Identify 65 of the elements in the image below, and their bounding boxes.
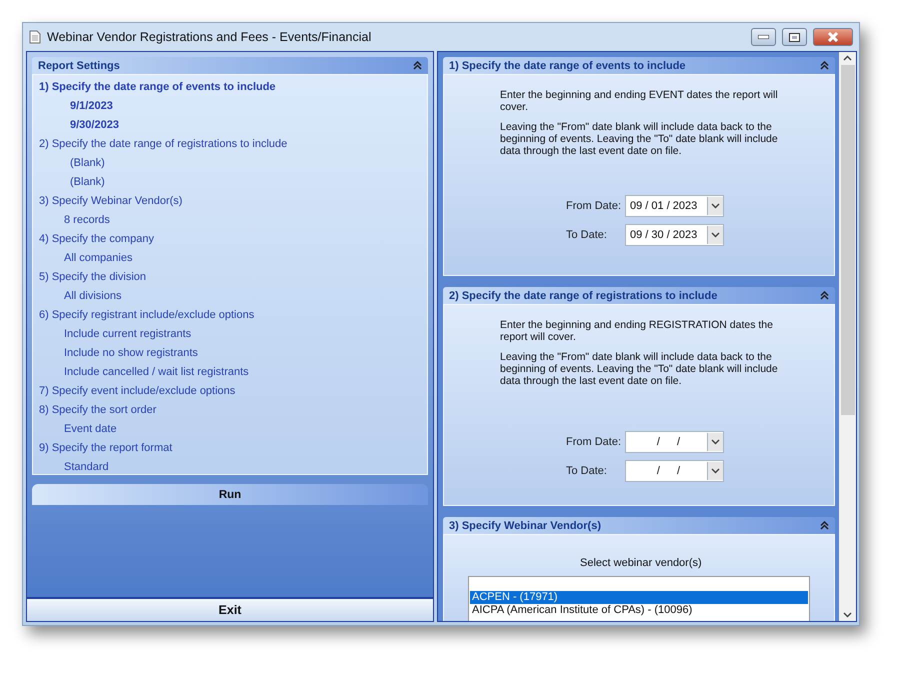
step-value: Standard: [63, 460, 110, 474]
run-button[interactable]: Run: [32, 484, 428, 505]
date-field[interactable]: / /: [625, 431, 724, 453]
minimize-icon: [758, 35, 769, 39]
document-icon: [29, 30, 41, 44]
exit-button[interactable]: Exit: [27, 597, 433, 621]
scroll-down-icon[interactable]: [843, 612, 852, 618]
section-header[interactable]: 3) Specify Webinar Vendor(s): [443, 517, 835, 534]
section-title: 1) Specify the date range of events to include: [449, 60, 686, 72]
settings-step[interactable]: 2) Specify the date range of registrations to include: [39, 134, 427, 153]
date-field[interactable]: 09 / 01 / 2023: [625, 195, 724, 217]
settings-step[interactable]: 4) Specify the company: [39, 229, 427, 248]
minimize-button[interactable]: [751, 28, 776, 46]
settings-step[interactable]: 8) Specify the sort order: [39, 400, 427, 419]
scrollbar[interactable]: [839, 52, 856, 621]
settings-step[interactable]: 5) Specify the division: [39, 267, 427, 286]
maximize-icon: [789, 32, 800, 42]
settings-step[interactable]: 9) Specify the report format: [39, 438, 427, 457]
step-value: All divisions: [63, 288, 122, 304]
instruction-text: Enter the beginning and ending REGISTRATION dates the report will cover.: [500, 319, 774, 343]
field-label: To Date:: [566, 465, 608, 477]
scroll-down-icon[interactable]: [711, 203, 720, 209]
list-option[interactable]: ACPEN - (17971): [470, 591, 808, 604]
settings-step[interactable]: 7) Specify event include/exclude options: [39, 381, 427, 400]
date-field[interactable]: / /: [625, 460, 724, 482]
scroll-down-icon[interactable]: [711, 439, 720, 445]
section-header[interactable]: 2) Specify the date range of registrations to include: [443, 287, 835, 304]
step-value: Include cancelled / wait list registrants: [63, 364, 250, 380]
section-title: 2) Specify the date range of registrations to include: [449, 290, 718, 302]
settings-step[interactable]: 6) Specify registrant include/exclude options: [39, 305, 427, 324]
collapse-icon[interactable]: [820, 521, 829, 530]
collapse-icon[interactable]: [413, 61, 422, 70]
field-label: To Date:: [566, 229, 608, 241]
instruction-text: Leaving the "From" date blank will include data back to the beginning of events. Leaving the "To" date blank will include data through the last event date on file.: [500, 351, 779, 387]
collapse-icon[interactable]: [820, 61, 829, 70]
settings-step[interactable]: 3) Specify Webinar Vendor(s): [39, 191, 427, 210]
scroll-up-icon[interactable]: [843, 55, 852, 61]
collapse-icon[interactable]: [820, 291, 829, 300]
maximize-button[interactable]: [782, 28, 807, 46]
scroll-down-icon[interactable]: [711, 468, 720, 474]
close-button[interactable]: [813, 28, 853, 46]
instruction-text: Enter the beginning and ending EVENT dates the report will cover.: [500, 89, 779, 113]
list-prompt: Select webinar vendor(s): [580, 557, 703, 569]
step-value: Include current registrants: [63, 326, 192, 342]
close-icon: [827, 32, 839, 42]
field-label: From Date:: [566, 200, 622, 212]
step-value: Event date: [63, 422, 118, 436]
settings-step[interactable]: 1) Specify the date range of events to include: [39, 77, 427, 96]
vendor-list[interactable]: ACPEN - (17971) AICPA (American Institute of CPAs) - (10096): [468, 576, 810, 621]
step-value: Include no show registrants: [63, 346, 199, 360]
section-header[interactable]: 1) Specify the date range of events to include: [443, 57, 835, 74]
step-value: (Blank): [69, 174, 106, 190]
window-title: Webinar Vendor Registrations and Fees - Events/Financial: [47, 30, 372, 44]
step-value: 9/1/2023: [69, 98, 114, 114]
section-title: 3) Specify Webinar Vendor(s): [449, 520, 602, 532]
field-label: From Date:: [566, 436, 622, 448]
step-value: (Blank): [69, 156, 106, 170]
scroll-down-icon[interactable]: [711, 232, 720, 238]
step-value: All companies: [63, 250, 134, 266]
instruction-text: Leaving the "From" date blank will include data back to the beginning of events. Leaving the "To" date blank will include data through the last event date on file.: [500, 121, 779, 157]
step-value: 9/30/2023: [69, 118, 120, 132]
step-value: 8 records: [63, 212, 111, 228]
panel-title: Report Settings: [38, 60, 120, 72]
date-field[interactable]: 09 / 30 / 2023: [625, 224, 724, 246]
list-option[interactable]: AICPA (American Institute of CPAs) - (10096): [470, 604, 808, 617]
